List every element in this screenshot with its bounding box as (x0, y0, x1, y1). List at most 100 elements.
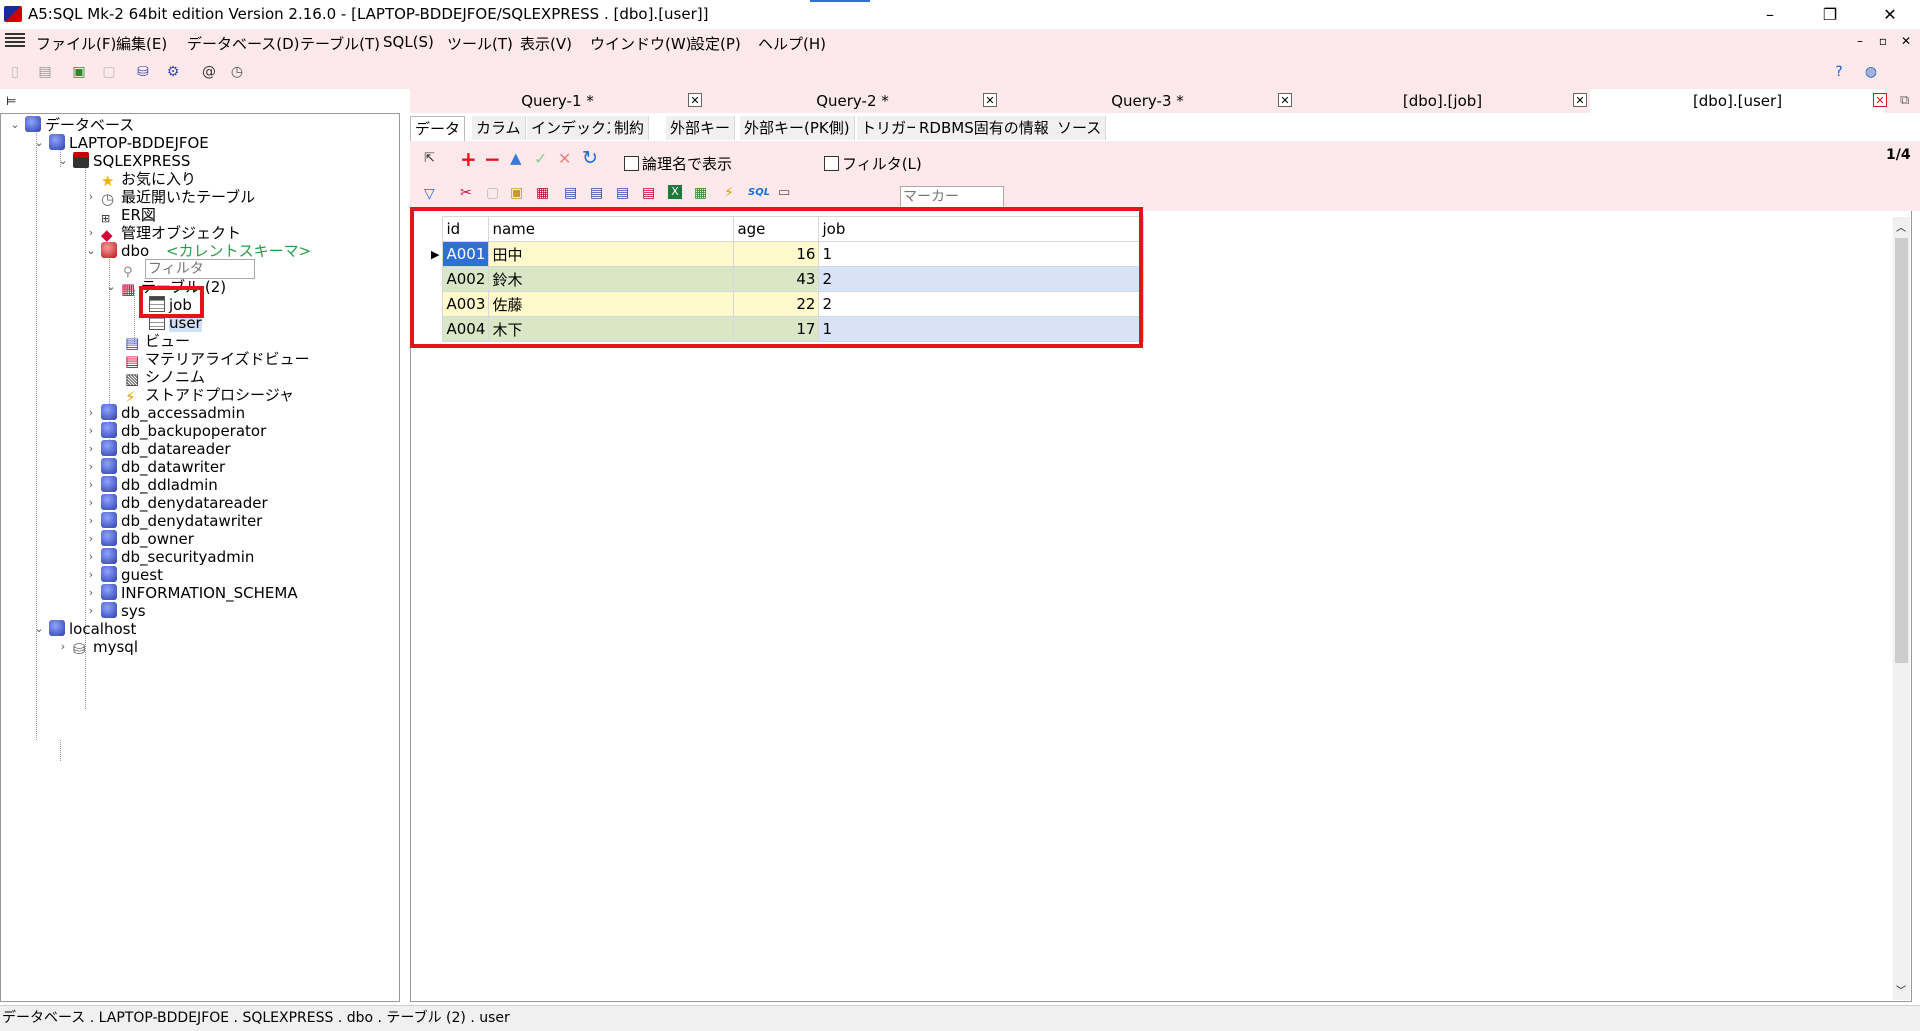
export-csv-icon[interactable]: ▤ (590, 185, 603, 201)
menu-table[interactable]: テーブル(T) (300, 33, 380, 54)
record-nav-icon[interactable]: ⇱ (424, 151, 435, 166)
commit-check-icon[interactable]: ✓ (534, 149, 547, 168)
restore-button[interactable]: ❐ (1800, 0, 1860, 29)
html-table-icon[interactable]: ▦ (694, 185, 707, 201)
subtab-data[interactable]: データ (410, 116, 466, 141)
open-file-icon[interactable]: ▤ (36, 63, 54, 81)
tree-guide-line (36, 128, 37, 740)
mdi-minimize-button[interactable]: – (1850, 34, 1870, 50)
database-connect-icon[interactable]: ⛁ (134, 63, 152, 81)
mdi-window-icon[interactable] (5, 33, 25, 49)
mdi-close-button[interactable]: ✕ (1896, 34, 1916, 50)
menu-database[interactable]: データベース(D) (187, 33, 300, 54)
lightning-icon[interactable]: ⚡ (724, 185, 734, 201)
paste-icon[interactable]: ▣ (510, 185, 523, 201)
menu-sql[interactable]: SQL(S) (383, 33, 434, 51)
subtab-foreign-keys[interactable]: 外部キー (666, 116, 736, 140)
move-up-icon[interactable]: ▲ (510, 149, 522, 167)
collapse-chevron-icon[interactable]: ⌄ (9, 114, 21, 136)
subtab-constraints[interactable]: 制約 (610, 116, 650, 140)
cut-icon[interactable]: ✂ (460, 185, 472, 201)
scrollbar-thumb[interactable] (1895, 238, 1908, 663)
copy-icon[interactable]: ▢ (100, 63, 118, 81)
marker-input[interactable] (900, 186, 1004, 208)
tab-label: Query-3 * (1111, 92, 1184, 110)
save-icon[interactable]: ▣ (70, 63, 88, 81)
tab-query-2[interactable]: Query-2 * (705, 89, 1000, 113)
filter-label: フィルタ(L) (842, 155, 922, 173)
menu-edit[interactable]: 編集(E) (116, 33, 167, 54)
menu-help[interactable]: ヘルプ(H) (758, 33, 826, 54)
menu-settings[interactable]: 設定(P) (690, 33, 741, 54)
collapse-chevron-icon[interactable]: ⌄ (33, 132, 45, 154)
tree-node-mysql[interactable]: › ⛁ mysql (57, 636, 138, 658)
checkbox-box[interactable] (824, 156, 839, 171)
tab-query-1[interactable]: Query-1 * (410, 89, 705, 113)
export-sql-icon[interactable]: ▤ (642, 185, 655, 201)
tab-label: [dbo].[job] (1402, 92, 1483, 110)
menu-file[interactable]: ファイル(F) (36, 33, 116, 54)
sql-icon[interactable]: SQL (748, 187, 770, 198)
menu-tools[interactable]: ツール(T) (447, 33, 513, 54)
database-icon (25, 116, 41, 132)
close-tab-icon[interactable]: ✕ (688, 93, 702, 107)
expand-chevron-icon[interactable]: › (85, 186, 97, 208)
new-file-icon[interactable]: ▯ (6, 63, 24, 81)
clock-icon[interactable]: ◷ (228, 63, 246, 81)
export-tsv-icon[interactable]: ▤ (616, 185, 629, 201)
tab-query-3[interactable]: Query-3 * (1000, 89, 1295, 113)
subtab-rdbms-info[interactable]: RDBMS固有の情報 (915, 116, 1054, 140)
delete-row-icon[interactable]: − (484, 147, 501, 171)
menu-window[interactable]: ウインドウ(W) (590, 33, 692, 54)
tab-list-icon[interactable]: ⧉ (1900, 93, 1909, 108)
menu-view[interactable]: 表示(V) (520, 33, 572, 54)
collapse-chevron-icon[interactable]: ⌄ (105, 276, 117, 298)
app-icon (4, 6, 22, 22)
status-bar: データベース . LAPTOP-BDDEJFOE . SQLEXPRESS . … (0, 1005, 1920, 1031)
tree-collapse-icon[interactable]: ⊨ (6, 94, 16, 108)
add-row-icon[interactable]: + (460, 147, 477, 171)
main-toolbar: ▯ ▤ ▣ ▢ ⛁ ⚙ @ ◷ ? ◍ (0, 55, 1920, 90)
refresh-icon[interactable]: ↻ (582, 147, 598, 169)
scroll-up-arrow-icon[interactable]: ︿ (1896, 219, 1906, 234)
close-tab-icon[interactable]: ✕ (1278, 93, 1292, 107)
subtab-foreign-keys-pk[interactable]: 外部キー(PK側) (740, 116, 855, 140)
scroll-down-arrow-icon[interactable]: ﹀ (1896, 982, 1906, 997)
close-tab-icon[interactable]: ✕ (1573, 93, 1587, 107)
filter-checkbox[interactable]: フィルタ(L) (824, 153, 922, 174)
tab-label: Query-2 * (816, 92, 889, 110)
globe-icon[interactable]: ◍ (1862, 63, 1880, 81)
subtab-columns[interactable]: カラム (472, 116, 526, 140)
mysql-icon: ⛁ (73, 640, 86, 658)
comment-icon[interactable]: ▭ (778, 185, 790, 200)
close-tab-icon[interactable]: ✕ (983, 93, 997, 107)
subtab-source[interactable]: ソース (1053, 116, 1107, 140)
admin-objects-icon: ◆ (101, 226, 113, 244)
synonym-icon: ▧ (125, 370, 140, 388)
at-sign-icon[interactable]: @ (200, 63, 218, 81)
logical-name-checkbox[interactable]: 論理名で表示 (624, 153, 732, 174)
export-icon[interactable]: ▤ (564, 185, 577, 201)
highlight-box-user-table (139, 286, 204, 318)
collapse-chevron-icon[interactable]: ⌄ (33, 618, 45, 640)
excel-icon[interactable]: X (668, 185, 682, 199)
tables-folder-icon: ▦ (121, 280, 136, 298)
window-title: A5:SQL Mk-2 64bit edition Version 2.16.0… (28, 5, 709, 23)
help-icon[interactable]: ? (1830, 63, 1848, 81)
tab-dbo-user[interactable]: [dbo].[user] (1590, 89, 1885, 113)
collapse-chevron-icon[interactable]: ⌄ (85, 240, 97, 262)
mdi-restore-button[interactable]: ▫ (1873, 34, 1893, 50)
expand-chevron-icon[interactable]: › (57, 636, 69, 658)
close-button[interactable]: ✕ (1860, 0, 1920, 29)
collapse-chevron-icon[interactable]: ⌄ (57, 150, 69, 172)
schema-icon (101, 530, 117, 546)
tab-dbo-job[interactable]: [dbo].[job] (1295, 89, 1590, 113)
copy-icon[interactable]: ▢ (486, 185, 499, 201)
cancel-x-icon[interactable]: ✕ (558, 149, 571, 168)
minimize-button[interactable]: – (1740, 0, 1800, 29)
row-copy-icon[interactable]: ▦ (536, 185, 549, 201)
filter-funnel-icon[interactable]: ▽ (424, 186, 435, 202)
checkbox-box[interactable] (624, 156, 639, 171)
settings-gear-icon[interactable]: ⚙ (164, 63, 182, 81)
close-tab-icon[interactable]: ✕ (1873, 93, 1887, 107)
